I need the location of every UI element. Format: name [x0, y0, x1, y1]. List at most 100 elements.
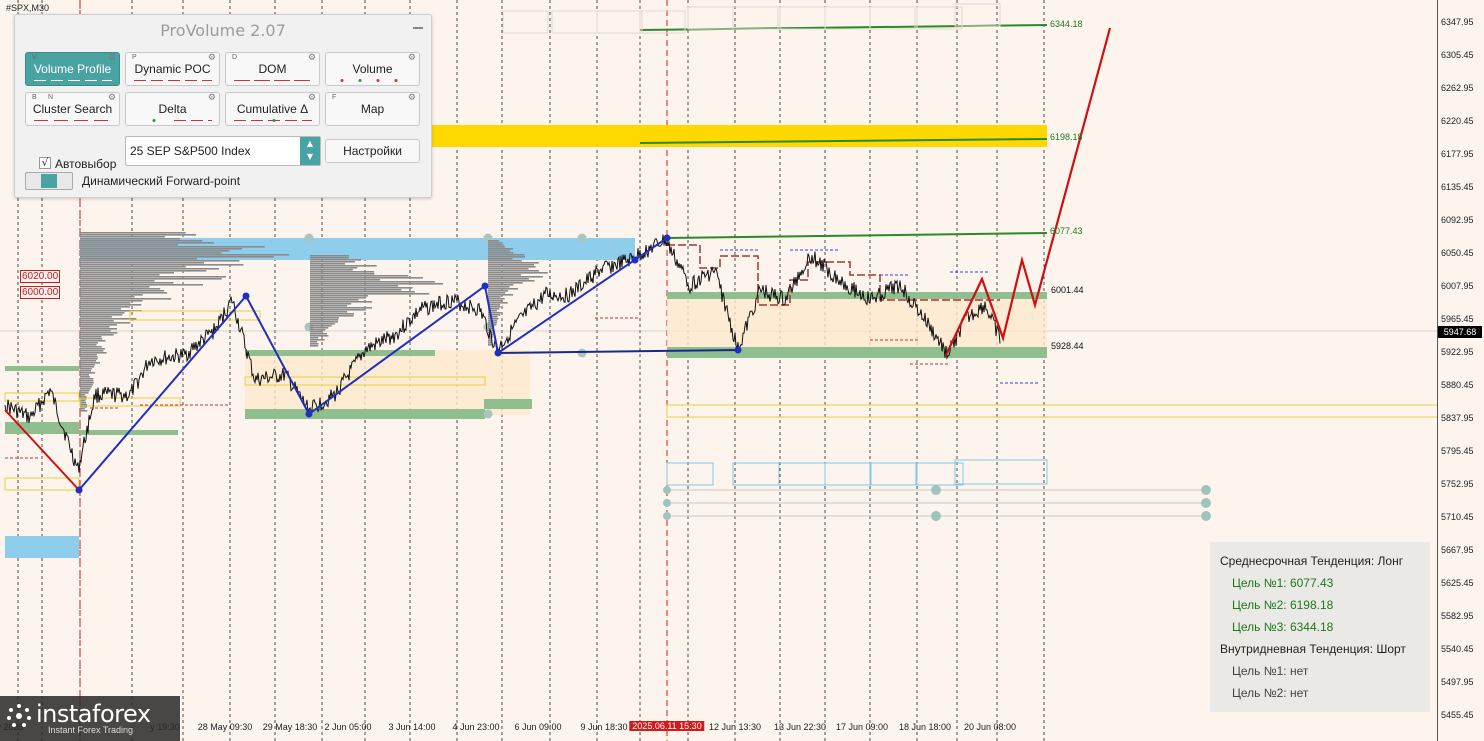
volume-bar [80, 246, 265, 248]
time-tick: 13 Jun 22:30 [773, 722, 827, 732]
volume-bar [310, 339, 325, 341]
yellow-zone [430, 125, 1047, 147]
volume-bar [80, 358, 98, 360]
volume-bar [488, 278, 529, 280]
price-tick: 5497.95 [1441, 677, 1474, 687]
volume-bar [310, 327, 329, 329]
autoselect-checkbox[interactable]: √ [39, 157, 51, 169]
volume-bar [488, 292, 506, 294]
minimize-icon[interactable] [413, 27, 423, 29]
volume-bar [488, 304, 500, 306]
level-node [663, 499, 671, 507]
price-tick: 6135.45 [1441, 182, 1474, 192]
cumulative-delta-button[interactable]: ⚙ Cumulative Δ [225, 92, 320, 126]
volume-bar [488, 296, 501, 298]
volume-bar [80, 378, 94, 380]
level-node [577, 233, 587, 243]
volume-bar [80, 336, 102, 338]
provolume-panel[interactable]: ProVolume 2.07 V ⚙ Volume Profile P ⚙ Dy… [14, 14, 432, 198]
level-box-blue [732, 462, 780, 486]
indicator-dots [234, 119, 312, 122]
volume-bar [80, 350, 104, 352]
volume-bar [80, 388, 91, 390]
volume-bar [310, 289, 402, 291]
price-tick: 6347.95 [1441, 17, 1474, 27]
volume-bar [80, 242, 214, 244]
forward-point-label: Динамический Forward-point [82, 174, 241, 188]
level-label-5928: 5928.44 [1051, 341, 1084, 351]
volume-bar [488, 288, 519, 290]
green-band [245, 350, 435, 356]
trend-info-box: Среднесрочная Тенденция: Лонг Цель №1: 6… [1210, 542, 1430, 712]
volume-bar [488, 344, 492, 346]
delta-button[interactable]: ⚙ Delta [125, 92, 220, 126]
volume-bar [80, 296, 135, 298]
indicator-dots [340, 79, 398, 82]
volume-bar [80, 390, 90, 392]
zigzag-node [631, 256, 639, 264]
volume-bar [80, 306, 130, 308]
volume-bar [80, 286, 150, 288]
spinner-icon[interactable]: ▲ ▼ [300, 137, 320, 165]
volume-bar [80, 302, 131, 304]
price-tick: 6177.95 [1441, 149, 1474, 159]
level-box-6000: 6000.00 [20, 286, 61, 299]
volume-bar [80, 290, 165, 292]
volume-bar [80, 352, 107, 354]
price-tick: 5795.45 [1441, 446, 1474, 456]
price-tick: 6050.45 [1441, 248, 1474, 258]
volume-bar [80, 252, 222, 254]
volume-bar [80, 374, 90, 376]
volume-bar [80, 238, 180, 240]
volume-bar [488, 274, 521, 276]
volume-profile-button[interactable]: V ⚙ Volume Profile [25, 52, 120, 86]
time-tick: 12 Jun 13:30 [708, 722, 762, 732]
level-box-top [732, 6, 779, 30]
volume-bar [310, 277, 423, 279]
map-button[interactable]: F ⚙ Map [325, 92, 420, 126]
volume-bar [80, 268, 219, 270]
level-box-top [824, 6, 871, 30]
volume-bar [310, 283, 443, 285]
volume-bar [80, 240, 203, 242]
green-band [245, 409, 485, 419]
symbol-label: #SPX,M30 [6, 3, 50, 13]
volume-bar [80, 270, 207, 272]
price-tick: 5625.45 [1441, 578, 1474, 588]
volume-bar [80, 364, 95, 366]
volume-bar [488, 258, 513, 260]
dom-button[interactable]: D ⚙ DOM [225, 52, 320, 86]
cluster-search-button[interactable]: B N ⚙ Cluster Search [25, 92, 120, 126]
level-box-top [551, 10, 598, 34]
volume-bar [310, 325, 332, 327]
volume-bar [488, 268, 529, 270]
volume-bar [80, 250, 230, 252]
volume-bar [310, 299, 359, 301]
volume-bar [310, 333, 327, 335]
level-box-blue [824, 462, 872, 486]
level-box-top [869, 6, 916, 30]
volume-bar [488, 252, 514, 254]
time-tick: 9 Jun 18:30 [580, 722, 628, 732]
chart-window[interactable]: #SPX,M30 6344.18 6198.18 6077.43 6001.44… [0, 0, 1484, 741]
time-tick: 20 Jun 08:00 [963, 722, 1017, 732]
volume-bar [310, 311, 348, 313]
level-box-top [687, 6, 734, 30]
volume-bar [310, 279, 381, 281]
level-label-6001: 6001.44 [1051, 285, 1084, 295]
mid-target-2: Цель №2: 6198.18 [1232, 598, 1334, 612]
instrument-select[interactable]: 25 SEP S&P500 Index ▲ ▼ [125, 136, 321, 166]
volume-button[interactable]: ⚙ Volume [325, 52, 420, 86]
volume-bar [488, 280, 535, 282]
price-tick: 6007.95 [1441, 281, 1474, 291]
price-axis[interactable] [1437, 0, 1484, 741]
level-label-6344: 6344.18 [1050, 19, 1083, 29]
volume-bar [310, 267, 358, 269]
forward-point-toggle[interactable] [25, 172, 73, 190]
settings-button[interactable]: Настройки [325, 139, 420, 163]
dynamic-poc-button[interactable]: P ⚙ Dynamic POC [125, 52, 220, 86]
level-node [931, 511, 941, 521]
volume-bar [488, 240, 500, 242]
volume-bar [80, 354, 97, 356]
volume-bar [310, 295, 368, 297]
